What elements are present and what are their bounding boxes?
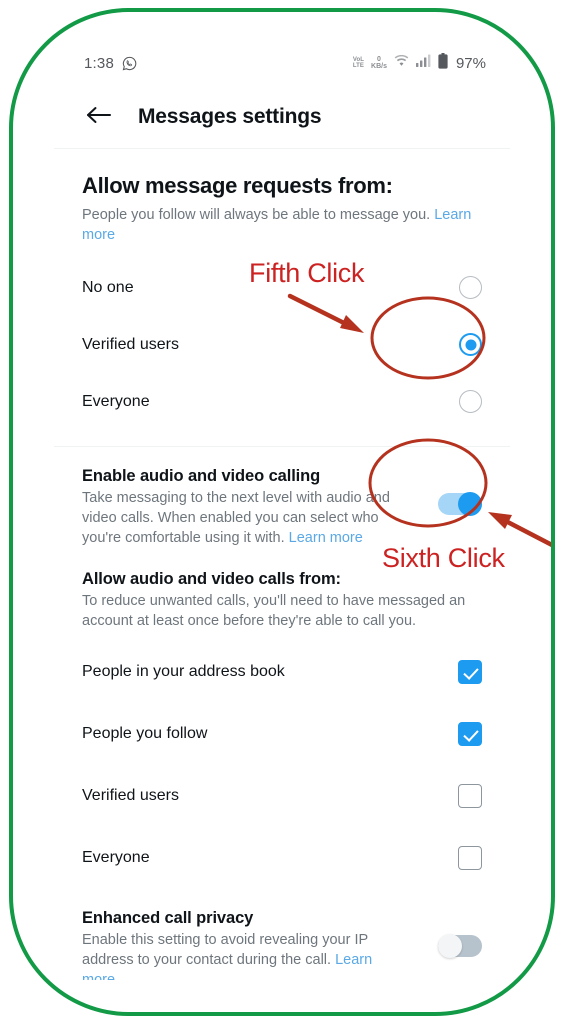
- check-row-everyone[interactable]: Everyone: [82, 827, 482, 889]
- audio-video-calling-toggle[interactable]: [438, 492, 482, 516]
- calls-from-heading: Allow audio and video calls from:: [82, 570, 341, 588]
- message-requests-description-text: People you follow will always be able to…: [82, 207, 435, 223]
- audio-video-calling-description: Take messaging to the next level with au…: [82, 488, 402, 548]
- check-row-people-you-follow[interactable]: People you follow: [82, 703, 482, 765]
- people-you-follow-checkbox[interactable]: [458, 722, 482, 746]
- radio-row-verified-users[interactable]: Verified users: [82, 316, 482, 373]
- status-bar: 1:38 VoL LTE 0 KB/s 97%: [54, 40, 510, 86]
- data-rate-unit: KB/s: [371, 63, 387, 70]
- address-book-checkbox[interactable]: [458, 660, 482, 684]
- radio-row-no-one[interactable]: No one: [82, 259, 482, 316]
- everyone-checkbox[interactable]: [458, 846, 482, 870]
- check-row-address-book[interactable]: People in your address book: [82, 641, 482, 703]
- message-requests-radio-group: No one Verified users Everyone: [82, 259, 482, 446]
- check-label-address-book: People in your address book: [82, 663, 285, 680]
- enhanced-call-privacy-title: Enhanced call privacy: [82, 909, 254, 927]
- page-title: Messages settings: [138, 105, 322, 128]
- audio-video-calling-section: Enable audio and video calling Take mess…: [54, 447, 510, 980]
- check-label-everyone: Everyone: [82, 849, 150, 866]
- no-one-radio[interactable]: [459, 276, 482, 299]
- radio-label-no-one: No one: [82, 278, 134, 296]
- calls-from-checkbox-group: People in your address book People you f…: [82, 641, 482, 889]
- audio-video-calling-text: Enable audio and video calling Take mess…: [82, 467, 402, 548]
- everyone-radio[interactable]: [459, 390, 482, 413]
- phone-screen: 1:38 VoL LTE 0 KB/s 97% Messages setting…: [54, 40, 510, 980]
- enhanced-call-privacy-toggle[interactable]: [438, 934, 482, 958]
- status-bar-left: 1:38: [84, 55, 137, 72]
- verified-users-radio[interactable]: [459, 333, 482, 356]
- check-label-people-you-follow: People you follow: [82, 725, 208, 742]
- status-time: 1:38: [84, 54, 114, 72]
- app-bar: Messages settings: [54, 86, 510, 148]
- enhanced-call-privacy-text: Enhanced call privacy Enable this settin…: [82, 909, 402, 980]
- enhanced-call-privacy-row[interactable]: Enhanced call privacy Enable this settin…: [82, 889, 482, 980]
- message-requests-heading: Allow message requests from:: [82, 173, 393, 198]
- calls-from-description: To reduce unwanted calls, you'll need to…: [82, 593, 466, 629]
- data-rate-indicator: 0 KB/s: [371, 56, 387, 71]
- volte-icon: VoL LTE: [353, 57, 364, 69]
- status-bar-right: VoL LTE 0 KB/s 97%: [353, 52, 486, 74]
- audio-video-calling-row[interactable]: Enable audio and video calling Take mess…: [82, 447, 482, 548]
- battery-percent: 97%: [455, 54, 486, 72]
- radio-label-everyone: Everyone: [82, 392, 150, 410]
- radio-label-verified-users: Verified users: [82, 335, 179, 353]
- audio-video-calling-title: Enable audio and video calling: [82, 467, 321, 485]
- back-button[interactable]: [82, 100, 116, 134]
- toggle-knob: [458, 492, 482, 516]
- message-requests-section: Allow message requests from: People you …: [54, 149, 510, 446]
- check-row-verified-users[interactable]: Verified users: [82, 765, 482, 827]
- radio-row-everyone[interactable]: Everyone: [82, 373, 482, 430]
- cellular-signal-icon: [415, 54, 431, 72]
- audio-video-calling-learn-more-link[interactable]: Learn more: [289, 530, 363, 546]
- wifi-icon: [394, 54, 409, 72]
- back-arrow-icon: [86, 105, 112, 130]
- verified-users-checkbox[interactable]: [458, 784, 482, 808]
- screenshot-frame: 1:38 VoL LTE 0 KB/s 97% Messages setting…: [0, 0, 564, 1024]
- message-requests-description: People you follow will always be able to…: [82, 205, 482, 245]
- whatsapp-icon: [122, 56, 137, 71]
- toggle-knob: [438, 934, 462, 958]
- volte-bottom-label: LTE: [352, 63, 365, 69]
- check-label-verified-users: Verified users: [82, 787, 179, 804]
- enhanced-call-privacy-description-text: Enable this setting to avoid revealing y…: [82, 932, 368, 968]
- data-rate-value: 0: [377, 55, 381, 63]
- enhanced-call-privacy-description: Enable this setting to avoid revealing y…: [82, 930, 402, 980]
- battery-icon: [438, 52, 448, 74]
